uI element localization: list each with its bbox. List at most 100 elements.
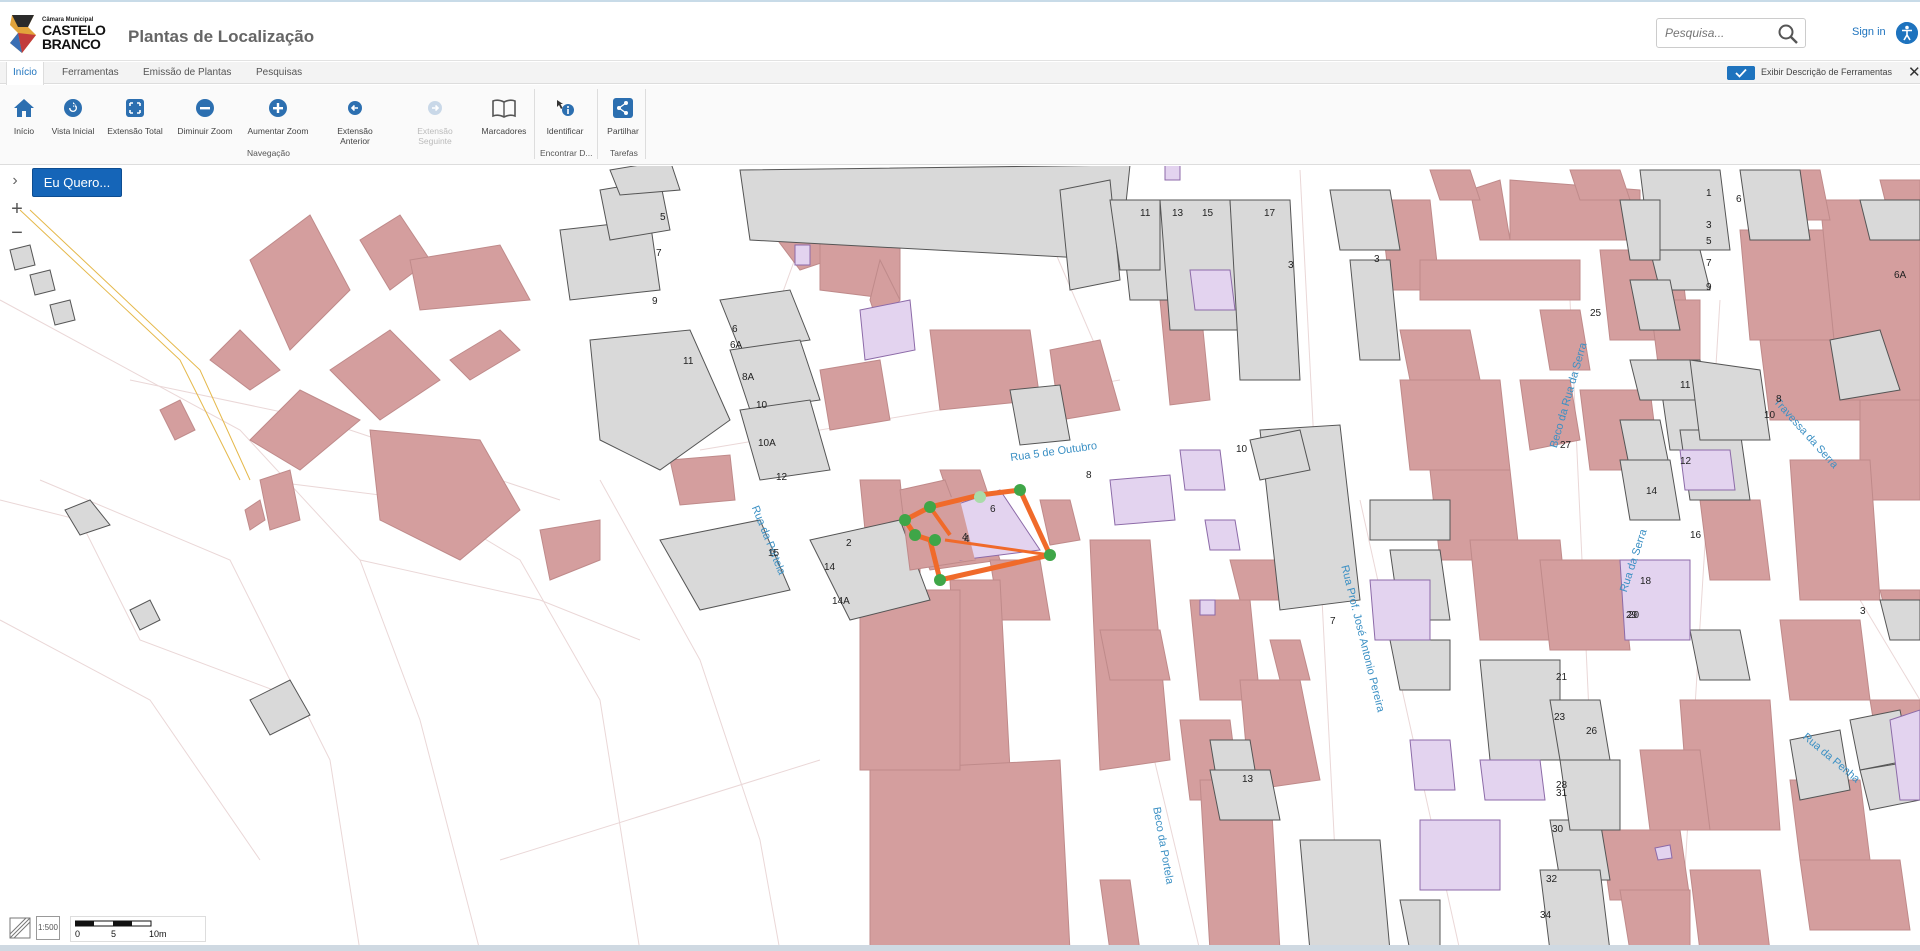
- building-number: 5: [660, 212, 666, 223]
- building-number: 25: [1590, 308, 1602, 319]
- scale-bar-graphic: [75, 920, 152, 927]
- expand-panel-chevron-icon[interactable]: ›: [4, 170, 26, 192]
- building-number: 15: [1202, 208, 1214, 219]
- toolbar-ribbon: Início Vista Inicial Extensão Total Dimi…: [0, 85, 1920, 165]
- building-number: 7: [1706, 258, 1712, 269]
- previous-extent-button[interactable]: Extensão Anterior: [325, 85, 385, 146]
- building-number: 6: [1736, 194, 1742, 205]
- building-number: 8A: [742, 372, 755, 383]
- building-number: 11: [1680, 380, 1691, 391]
- building-number: 7: [656, 248, 662, 259]
- map-viewport[interactable]: Rua 5 de Outubro Rua da Portela Beco da …: [0, 166, 1920, 951]
- road-lines: [19, 209, 251, 481]
- building-number: 6: [990, 504, 996, 515]
- accessibility-icon[interactable]: [1896, 22, 1918, 44]
- building-number: 10: [1236, 444, 1248, 455]
- tab-emissao-de-plantas[interactable]: Emissão de Plantas: [137, 62, 237, 84]
- building-number: 8: [1776, 394, 1782, 405]
- building-number: 12: [776, 472, 788, 483]
- search-input[interactable]: [1657, 19, 1767, 47]
- map-zoom-out-button[interactable]: −: [4, 222, 30, 244]
- app-header: Câmara Municipal CASTELO BRANCO Plantas …: [0, 0, 1920, 61]
- group-label-navegacao: Navegação: [247, 148, 291, 158]
- forward-arrow-icon: [428, 101, 442, 115]
- castelo-branco-logo[interactable]: Câmara Municipal CASTELO BRANCO: [8, 12, 108, 56]
- identify-button[interactable]: Identificar: [535, 85, 595, 145]
- map-zoom-in-button[interactable]: +: [4, 198, 30, 220]
- building-number: 9: [652, 296, 658, 307]
- building-number: 12: [1680, 456, 1692, 467]
- building-number: 10: [1764, 410, 1776, 421]
- building-number: 5: [1706, 236, 1712, 247]
- search-icon[interactable]: [1777, 23, 1799, 45]
- measure-tool-icon[interactable]: [8, 916, 32, 940]
- building-number: 17: [1264, 208, 1276, 219]
- building-number: 27: [1560, 440, 1572, 451]
- building-number: 15: [768, 548, 780, 559]
- building-number: 14: [824, 562, 836, 573]
- identify-label: Identificar: [546, 126, 584, 136]
- building-number: 21: [1556, 672, 1568, 683]
- initial-view-button[interactable]: Vista Inicial: [43, 85, 103, 145]
- zoom-in-button[interactable]: Aumentar Zoom: [247, 85, 309, 145]
- share-button[interactable]: Partilhar: [593, 85, 653, 145]
- building-number: 9: [1706, 282, 1712, 293]
- back-arrow-icon: [348, 101, 362, 115]
- building-number: 3: [1706, 220, 1712, 231]
- previous-extent-label: Extensão Anterior: [337, 126, 373, 146]
- scale-label-10m: 10m: [149, 929, 167, 939]
- next-extent-label: Extensão Seguinte: [417, 126, 453, 146]
- building-number: 6A: [1894, 270, 1907, 281]
- zoom-in-label: Aumentar Zoom: [247, 126, 309, 136]
- sign-in-link[interactable]: Sign in: [1852, 26, 1886, 38]
- tab-ferramentas[interactable]: Ferramentas: [56, 62, 125, 84]
- app-title: Plantas de Localização: [128, 27, 315, 46]
- logo-text: Câmara Municipal CASTELO BRANCO: [42, 17, 106, 52]
- building-number: 10: [756, 400, 768, 411]
- building-number: 7: [1330, 616, 1336, 627]
- building-number: 14A: [832, 596, 850, 607]
- tool-description-label: Exibir Descrição de Ferramentas: [1761, 67, 1893, 77]
- full-extent-button[interactable]: Extensão Total: [105, 85, 165, 145]
- bookmarks-label: Marcadores: [481, 126, 527, 136]
- tab-bar: Início Ferramentas Emissão de Plantas Pe…: [0, 62, 1920, 85]
- building-number: 23: [1554, 712, 1566, 723]
- scale-bar: 0 5 10m: [70, 916, 206, 942]
- building-number: 3: [1860, 606, 1866, 617]
- building-number: 18: [1640, 576, 1652, 587]
- building-number: 8: [1086, 470, 1092, 481]
- building-number: 11: [1140, 208, 1151, 219]
- close-icon[interactable]: ✕: [1908, 63, 1920, 81]
- logo-line-2: BRANCO: [42, 36, 101, 52]
- logo-mark-icon: [8, 13, 38, 55]
- scale-label-5: 5: [111, 929, 117, 939]
- logo-line-1: CASTELO: [42, 22, 106, 38]
- building-number: 2: [846, 538, 852, 549]
- group-label-tarefas: Tarefas: [610, 148, 638, 158]
- book-icon: [492, 99, 516, 118]
- info-icon: [557, 100, 574, 116]
- zoom-out-button[interactable]: Diminuir Zoom: [175, 85, 235, 145]
- full-extent-label: Extensão Total: [107, 126, 163, 136]
- building-number: 1: [1706, 188, 1712, 199]
- building-number: 14: [1646, 486, 1658, 497]
- scale-label-0: 0: [75, 929, 81, 939]
- eu-quero-button[interactable]: Eu Quero...: [32, 168, 122, 197]
- plus-circle-icon: [269, 99, 287, 117]
- tab-pesquisas[interactable]: Pesquisas: [250, 62, 308, 84]
- refresh-icon: [64, 99, 82, 117]
- expand-icon: [126, 99, 144, 117]
- tab-inicio[interactable]: Início: [6, 62, 44, 85]
- scale-tool-button[interactable]: 1:500: [36, 916, 60, 940]
- zoom-out-label: Diminuir Zoom: [177, 126, 233, 136]
- search-box: [1656, 18, 1806, 48]
- building-number: 3: [1374, 254, 1380, 265]
- tool-description-toggle[interactable]: [1727, 66, 1755, 80]
- next-extent-button[interactable]: Extensão Seguinte: [405, 85, 465, 146]
- building-number: 29: [1626, 610, 1638, 621]
- bookmarks-button[interactable]: Marcadores: [474, 85, 534, 145]
- group-label-encontrar: Encontrar D...: [540, 148, 593, 158]
- group-separator: [645, 89, 646, 159]
- building-number: 13: [1172, 208, 1184, 219]
- building-number: 26: [1586, 726, 1598, 737]
